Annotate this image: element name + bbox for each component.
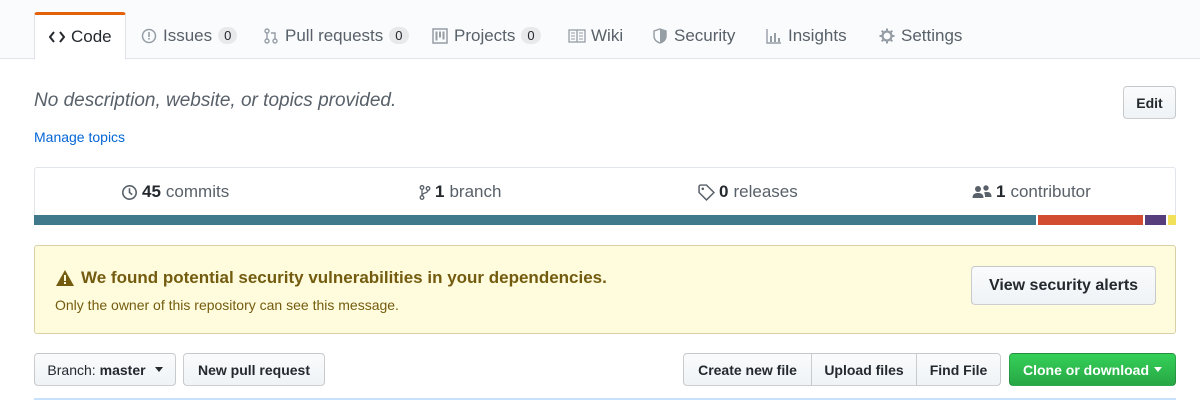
branch-count: 1 [435,182,445,201]
tab-projects[interactable]: Projects 0 [431,12,541,59]
contributors-label: contributor [1010,182,1091,201]
tag-icon [698,183,715,201]
chevron-down-icon [154,367,163,372]
clone-or-download-button[interactable]: Clone or download [1009,353,1176,386]
project-icon [431,27,449,45]
book-icon [568,27,586,45]
branch-prefix: Branch: [47,361,96,378]
branch-stat[interactable]: 1 branch [419,168,501,216]
branch-label: branch [449,182,502,201]
tab-label: Projects [454,25,516,45]
tab-label: Security [674,25,736,45]
repo-nav: Code Issues 0 Pull requests 0 Projects 0… [0,0,1200,60]
releases-stat[interactable]: 0 releases [698,168,798,216]
shield-icon [651,27,669,45]
tab-label: Settings [901,25,963,45]
clone-label: Clone or download [1023,361,1149,378]
contributors-count: 1 [996,182,1006,201]
issue-icon [140,27,158,45]
graph-icon [765,27,783,45]
issues-counter: 0 [218,27,238,44]
pull-request-icon [262,27,280,45]
security-alert: We found potential security vulnerabilit… [34,245,1176,334]
language-bar-segment [1165,215,1176,225]
language-bar[interactable] [34,215,1176,225]
tab-label: Code [71,27,112,46]
create-new-file-button[interactable]: Create new file [683,353,812,386]
commits-stat[interactable]: 45 commits [121,168,229,216]
language-bar-segment [1142,215,1166,225]
branch-name: master [99,361,146,378]
gear-icon [878,27,896,45]
branch-icon [419,184,431,200]
people-icon [972,185,992,198]
tab-label: Wiki [591,25,624,45]
tab-pull-requests[interactable]: Pull requests 0 [262,12,409,59]
chevron-down-icon [1154,367,1162,372]
tab-label: Insights [788,25,847,45]
view-security-alerts-button[interactable]: View security alerts [971,266,1156,305]
contributors-stat[interactable]: 1 contributor [972,168,1091,216]
tab-security[interactable]: Security [651,12,735,59]
tab-label: Issues [163,25,213,45]
commits-label: commits [165,182,230,201]
history-icon [122,184,137,200]
find-file-button[interactable]: Find File [916,353,1001,386]
code-icon [48,28,66,46]
commits-count: 45 [142,182,161,201]
repo-description: No description, website, or topics provi… [34,90,397,111]
language-bar-segment [34,215,1036,225]
tab-wiki[interactable]: Wiki [568,12,623,59]
tab-settings[interactable]: Settings [878,12,962,59]
tab-code[interactable]: Code [34,12,126,60]
pull-requests-counter: 0 [389,27,409,44]
releases-label: releases [733,182,798,201]
alert-subtitle: Only the owner of this repository can se… [55,297,399,313]
language-bar-segment [1035,215,1143,225]
tab-label: Pull requests [285,25,384,45]
manage-topics-link[interactable]: Manage topics [34,129,125,145]
upload-files-button[interactable]: Upload files [811,353,917,386]
branch-select[interactable]: Branch: master [34,353,176,386]
tab-insights[interactable]: Insights [765,12,847,59]
tab-issues[interactable]: Issues 0 [140,12,238,59]
edit-button[interactable]: Edit [1123,86,1176,119]
projects-counter: 0 [521,27,541,44]
alert-title: We found potential security vulnerabilit… [81,268,607,287]
releases-count: 0 [719,182,729,201]
alert-icon [56,270,74,286]
alert-title-row: We found potential security vulnerabilit… [55,268,607,288]
new-pull-request-button[interactable]: New pull request [183,353,325,386]
